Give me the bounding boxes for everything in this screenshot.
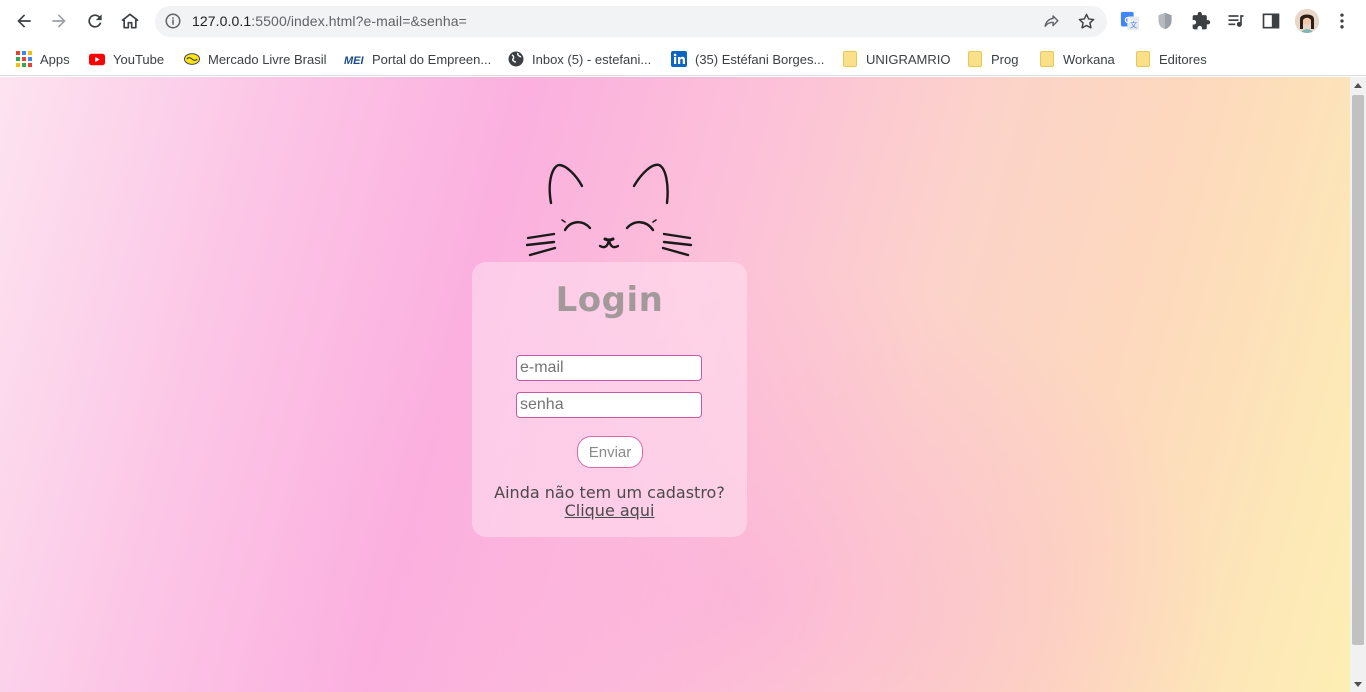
- bookmarks-bar: Apps YouTube Mercado Livre Brasil MEI Po…: [0, 42, 1366, 76]
- scroll-up-arrow-icon[interactable]: [1354, 82, 1362, 90]
- globe-icon: [508, 51, 524, 67]
- arrow-right-icon: [52, 14, 66, 28]
- bookmark-folder-workana[interactable]: Workana: [1039, 49, 1115, 69]
- bookmark-label: Inbox (5) - estefani...: [532, 51, 652, 67]
- bookmark-folder-editores[interactable]: Editores: [1135, 49, 1207, 69]
- svg-text:文: 文: [1130, 20, 1138, 29]
- side-panel-button[interactable]: [1260, 10, 1282, 32]
- forward-button[interactable]: [47, 9, 71, 33]
- more-vert-icon: [1340, 13, 1344, 29]
- address-bar[interactable]: 127.0.0.1:5500/index.html?e-mail=&senha=: [155, 6, 1107, 37]
- extensions-button[interactable]: [1190, 10, 1212, 32]
- back-button[interactable]: [12, 9, 36, 33]
- login-title: Login: [555, 280, 664, 320]
- share-icon[interactable]: [1042, 12, 1061, 31]
- signup-prompt: Ainda não tem um cadastro? Clique aqui: [472, 484, 747, 520]
- url-text[interactable]: 127.0.0.1:5500/index.html?e-mail=&senha=: [192, 13, 467, 29]
- bookmark-linkedin[interactable]: (35) Estéfani Borges...: [671, 49, 824, 69]
- signup-text: Ainda não tem um cadastro?: [494, 483, 725, 502]
- info-icon[interactable]: [164, 12, 182, 30]
- media-button[interactable]: [1225, 10, 1247, 32]
- bookmark-label: Mercado Livre Brasil: [208, 51, 327, 67]
- menu-button[interactable]: [1331, 10, 1353, 32]
- arrow-left-icon: [17, 14, 31, 28]
- submit-button[interactable]: Enviar: [577, 436, 643, 468]
- bookmark-inbox[interactable]: Inbox (5) - estefani...: [508, 49, 651, 69]
- bookmark-label: UNIGRAMRIO: [866, 51, 951, 67]
- folder-icon: [842, 51, 858, 67]
- folder-icon: [1135, 51, 1151, 67]
- scrollbar-thumb[interactable]: [1352, 95, 1364, 645]
- home-icon: [121, 13, 139, 29]
- shield-icon: [1158, 12, 1172, 30]
- bookmark-label: Portal do Empreen...: [372, 51, 492, 67]
- bookmark-label: Apps: [40, 51, 70, 67]
- login-card: Login Enviar Ainda não tem um cadastro? …: [472, 262, 747, 537]
- bookmark-label: Workana: [1063, 51, 1115, 67]
- scroll-down-arrow-icon[interactable]: [1354, 680, 1362, 688]
- signup-link[interactable]: Clique aqui: [472, 502, 747, 520]
- translate-extension[interactable]: G文: [1119, 10, 1141, 32]
- profile-photo-icon: [1295, 9, 1319, 33]
- bookmark-mercado-livre[interactable]: Mercado Livre Brasil: [184, 49, 327, 69]
- browser-toolbar: 127.0.0.1:5500/index.html?e-mail=&senha=…: [0, 0, 1366, 42]
- folder-icon: [967, 51, 983, 67]
- bookmark-label: Editores: [1159, 51, 1207, 67]
- page-viewport: Login Enviar Ainda não tem um cadastro? …: [0, 77, 1350, 692]
- shield-extension[interactable]: [1154, 10, 1176, 32]
- bookmark-label: (35) Estéfani Borges...: [695, 51, 825, 67]
- bookmark-apps[interactable]: Apps: [16, 49, 70, 69]
- bookmark-label: YouTube: [113, 51, 165, 67]
- linkedin-icon: [671, 51, 687, 67]
- bookmark-portal-empreendedor[interactable]: MEI Portal do Empreen...: [344, 49, 491, 69]
- reload-button[interactable]: [83, 9, 107, 33]
- folder-icon: [1039, 51, 1055, 67]
- email-input[interactable]: [516, 355, 702, 381]
- reload-icon: [88, 14, 102, 28]
- bookmark-label: Prog: [991, 51, 1019, 67]
- google-translate-icon: G文: [1120, 11, 1140, 31]
- bookmark-folder-unigramrio[interactable]: UNIGRAMRIO: [842, 49, 951, 69]
- queue-music-icon: [1228, 15, 1244, 27]
- vertical-scrollbar[interactable]: [1350, 77, 1366, 692]
- bookmark-folder-prog[interactable]: Prog: [967, 49, 1018, 69]
- star-icon[interactable]: [1077, 12, 1096, 31]
- puzzle-icon: [1192, 11, 1211, 30]
- svg-text:MEI: MEI: [344, 55, 364, 65]
- cat-face-icon: [525, 163, 693, 257]
- mei-icon: MEI: [344, 51, 364, 67]
- bookmark-youtube[interactable]: YouTube: [89, 49, 164, 69]
- home-button[interactable]: [118, 9, 142, 33]
- youtube-icon: [89, 51, 105, 67]
- apps-grid-icon: [16, 51, 32, 67]
- side-panel-icon: [1262, 13, 1280, 29]
- password-input[interactable]: [516, 392, 702, 418]
- profile-avatar[interactable]: [1295, 9, 1319, 33]
- mercado-livre-icon: [184, 51, 200, 67]
